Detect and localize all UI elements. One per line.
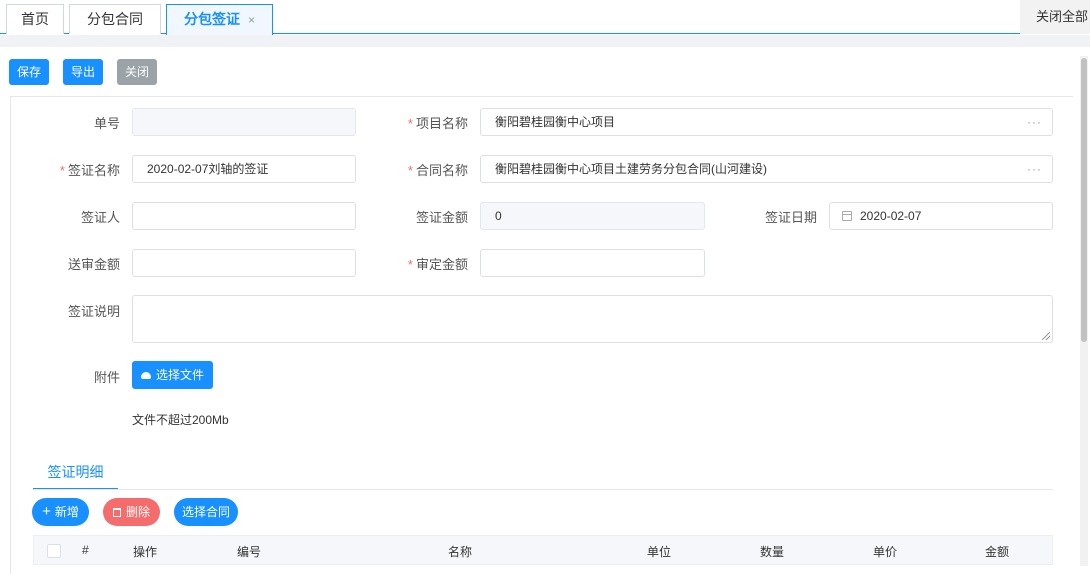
visa-date-label: 签证日期 [764,210,817,225]
tab-home[interactable]: 首页 [6,4,64,34]
visa-amount-input[interactable]: 0 [480,202,705,230]
visa-amount-label: 签证金额 [415,210,468,225]
tab-subcontract-visa[interactable]: 分包签证 × [166,4,273,35]
submit-amount-input[interactable] [132,249,356,277]
resize-handle[interactable] [1042,332,1050,340]
column-header[interactable]: # [82,543,89,557]
more-icon[interactable]: ··· [1027,109,1042,135]
visa-name-label: * 签证名称 [59,163,120,178]
column-header[interactable]: 金额 [985,543,1009,560]
delete-button[interactable]: 删除 [103,498,160,526]
detail-table-header: # 操作 编号 名称 单位 数量 单价 金额 [33,535,1053,565]
column-header[interactable]: 单位 [647,543,671,560]
description-textarea[interactable] [132,295,1053,343]
file-size-hint: 文件不超过200Mb [132,413,229,427]
trash-icon [112,508,121,517]
scrollbar-thumb[interactable] [1081,58,1087,342]
tab-label: 分包签证 [183,11,240,27]
project-name-label: * 项目名称 [407,116,468,131]
contract-name-value: 衡阳碧桂园衡中心项目土建劳务分包合同(山河建设) [495,162,767,176]
tab-label: 分包合同 [87,11,143,27]
approved-amount-input[interactable] [480,249,705,277]
plus-icon: + [42,503,51,520]
select-all-checkbox[interactable] [47,544,61,558]
select-file-label: 选择文件 [156,368,205,382]
tab-visa-detail[interactable]: 签证明细 [33,458,118,490]
visa-person-label: 签证人 [80,210,120,225]
column-header[interactable]: 编号 [237,543,261,560]
description-label: 签证说明 [67,304,120,319]
visa-date-input[interactable]: 2020-02-07 [829,202,1053,230]
contract-name-input[interactable]: 衡阳碧桂园衡中心项目土建劳务分包合同(山河建设) ··· [480,155,1053,183]
add-label: 新增 [54,505,79,519]
tab-label: 首页 [21,11,49,27]
visa-person-input[interactable] [132,202,356,230]
add-button[interactable]: + 新增 [32,498,89,526]
visa-date-value: 2020-02-07 [860,209,922,223]
column-header[interactable]: 数量 [760,543,784,560]
project-name-input[interactable]: 衡阳碧桂园衡中心项目 ··· [480,108,1053,136]
divider [0,35,1090,47]
select-contract-button[interactable]: 选择合同 [174,498,238,526]
attachment-label: 附件 [93,370,120,385]
tab-bar: 首页 分包合同 分包签证 × 关闭全部 [0,0,1090,35]
visa-name-input[interactable]: 2020-02-07刘轴的签证 [132,155,356,183]
order-no-input[interactable] [132,108,356,136]
approved-amount-label: * 审定金额 [407,257,468,272]
column-header[interactable]: 单价 [873,543,897,560]
vertical-scrollbar[interactable] [1080,56,1088,566]
select-file-button[interactable]: 选择文件 [132,361,214,389]
column-header[interactable]: 操作 [133,543,157,560]
project-name-value: 衡阳碧桂园衡中心项目 [495,115,616,129]
save-button[interactable]: 保存 [9,59,49,85]
close-button[interactable]: 关闭 [117,59,157,85]
export-button[interactable]: 导出 [63,59,103,85]
submit-amount-label: 送审金额 [67,257,120,272]
more-icon[interactable]: ··· [1027,156,1042,182]
contract-name-label: * 合同名称 [407,163,468,178]
delete-label: 删除 [125,505,150,519]
close-icon[interactable]: × [248,13,255,27]
column-header[interactable]: 名称 [448,543,472,560]
order-no-label: 单号 [93,116,120,131]
divider [33,489,1053,490]
tab-subcontract[interactable]: 分包合同 [69,4,161,34]
cloud-upload-icon [141,372,151,379]
close-all-button[interactable]: 关闭全部 [1020,0,1090,34]
calendar-icon [842,211,852,221]
